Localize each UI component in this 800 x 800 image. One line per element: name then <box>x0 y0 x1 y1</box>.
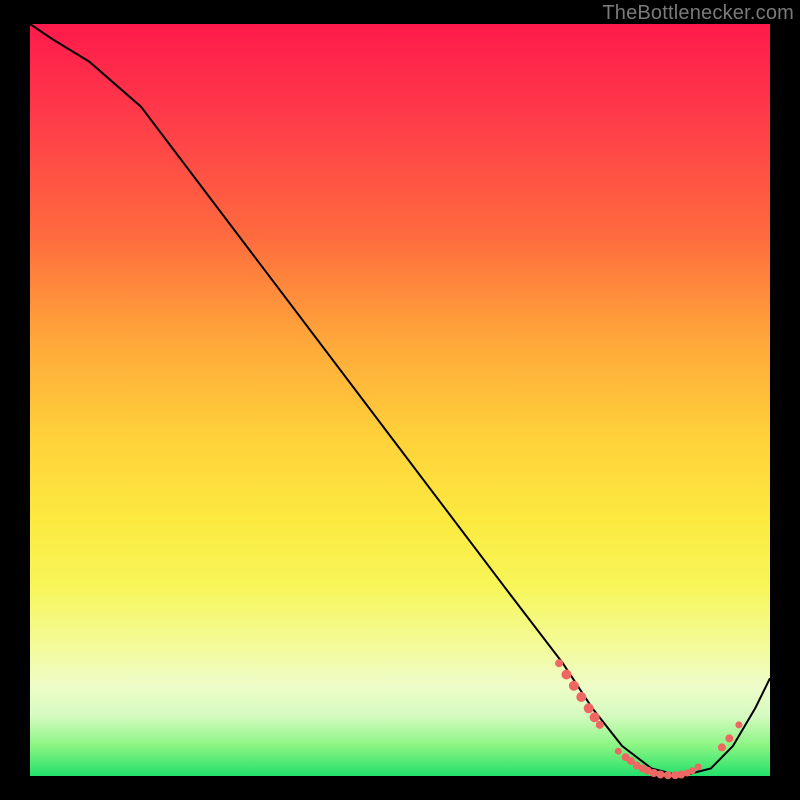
curve-line <box>30 24 770 776</box>
attribution-label: TheBottlenecker.com <box>602 2 794 25</box>
data-marker <box>562 670 572 680</box>
data-marker <box>689 767 696 774</box>
data-marker <box>657 771 665 779</box>
data-marker <box>584 703 594 713</box>
data-marker <box>650 769 658 777</box>
chart-svg <box>30 24 770 776</box>
data-marker <box>555 659 563 667</box>
data-marker <box>718 743 726 751</box>
data-marker <box>569 681 579 691</box>
chart-frame: TheBottlenecker.com <box>0 0 800 800</box>
data-marker <box>590 712 600 722</box>
data-marker <box>664 771 672 779</box>
data-marker <box>725 734 733 742</box>
data-marker <box>735 721 742 728</box>
data-marker <box>596 721 604 729</box>
plot-area <box>30 24 770 776</box>
data-marker <box>695 764 702 771</box>
marker-group <box>555 659 742 779</box>
data-marker <box>576 692 586 702</box>
data-marker <box>615 748 622 755</box>
